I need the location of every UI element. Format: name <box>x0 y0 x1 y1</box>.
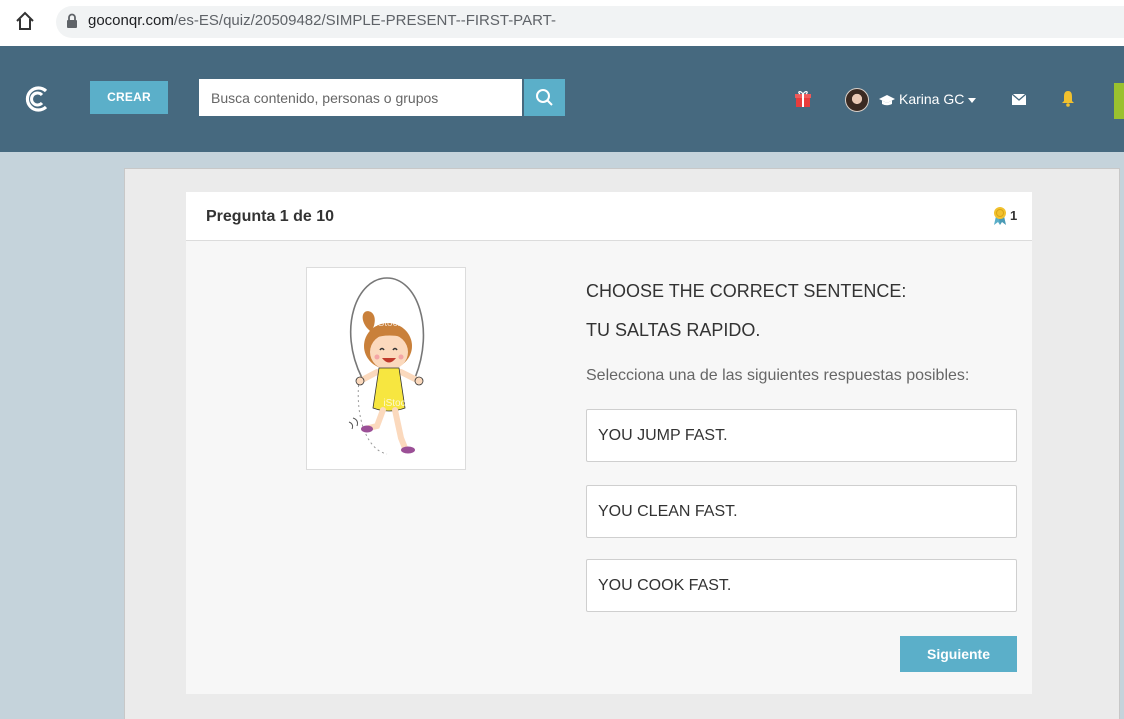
answer-option[interactable]: YOU JUMP FAST. <box>586 409 1017 462</box>
quiz-card-header: Pregunta 1 de 10 1 <box>186 192 1032 241</box>
search-icon <box>536 89 553 106</box>
question-image: iStock iStock <box>306 267 466 470</box>
next-button[interactable]: Siguiente <box>900 636 1017 672</box>
lock-icon <box>67 13 77 28</box>
search-input[interactable] <box>199 79 522 116</box>
quiz-card: Pregunta 1 de 10 1 iStock iStock CHOOSE … <box>186 192 1032 694</box>
chevron-down-icon[interactable] <box>968 98 976 103</box>
mail-icon[interactable] <box>1012 94 1026 105</box>
user-name[interactable]: Karina GC <box>899 91 964 107</box>
url-domain: goconqr.com <box>88 12 174 29</box>
answer-instructions: Selecciona una de las siguientes respues… <box>586 367 970 384</box>
graduation-cap-icon <box>879 95 895 106</box>
url-path: /es-ES/quiz/20509482/SIMPLE-PRESENT--FIR… <box>173 12 556 29</box>
home-icon[interactable] <box>14 10 36 32</box>
avatar[interactable] <box>845 88 869 112</box>
answer-option[interactable]: YOU COOK FAST. <box>586 559 1017 612</box>
goconqr-logo-icon[interactable] <box>22 84 52 114</box>
award-icon <box>994 207 1006 225</box>
question-text: TU SALTAS RAPIDO. <box>586 320 761 340</box>
gift-icon[interactable] <box>794 90 812 108</box>
image-watermark: iStock <box>375 318 403 329</box>
site-header: CREAR Karina GC <box>0 46 1124 152</box>
green-tab[interactable] <box>1114 83 1124 119</box>
search-button[interactable] <box>524 79 565 116</box>
browser-address-bar: goconqr.com/es-ES/quiz/20509482/SIMPLE-P… <box>0 0 1124 46</box>
question-prompt: CHOOSE THE CORRECT SENTENCE: <box>586 281 907 301</box>
jump-rope-girl-illustration: iStock iStock <box>348 277 425 455</box>
points-count: 1 <box>1010 208 1018 223</box>
create-button[interactable]: CREAR <box>90 81 168 114</box>
question-counter: Pregunta 1 de 10 <box>206 208 335 225</box>
bell-icon[interactable] <box>1061 90 1075 107</box>
image-watermark-2: iStock <box>383 398 411 409</box>
url-text[interactable]: goconqr.com/es-ES/quiz/20509482/SIMPLE-P… <box>88 12 556 29</box>
answer-option[interactable]: YOU CLEAN FAST. <box>586 485 1017 538</box>
